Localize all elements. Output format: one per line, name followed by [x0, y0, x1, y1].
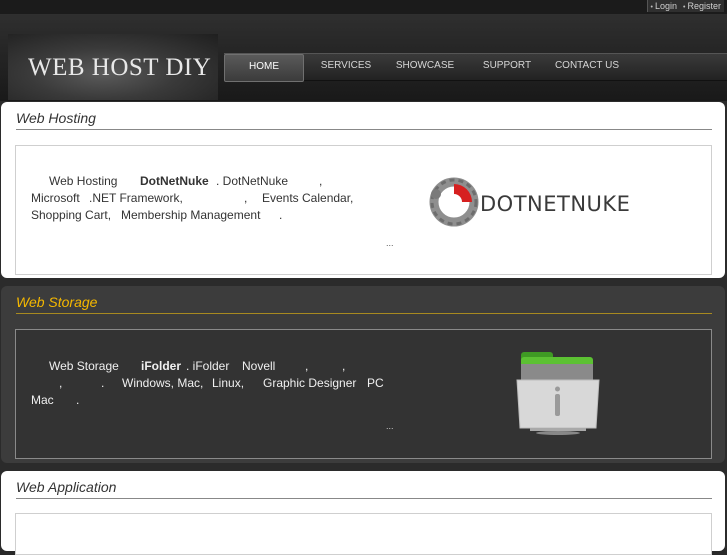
application-panel: Web Application [1, 471, 725, 555]
register-link[interactable]: Register [683, 1, 721, 11]
hosting-text: . DotNetNuke [216, 174, 289, 188]
hosting-box: Web Hosting DotNetNuke . DotNetNuke , Mi… [15, 145, 712, 275]
hosting-title: Web Hosting [16, 110, 712, 130]
storage-text: . [101, 376, 105, 390]
nav-support[interactable]: SUPPORT [462, 54, 552, 80]
application-box [15, 513, 712, 555]
nav-home[interactable]: HOME [224, 54, 304, 82]
hosting-text: , [319, 174, 323, 188]
storage-panel: Web Storage Web Storage iFolder . iFolde… [1, 286, 725, 463]
storage-text: PC [367, 376, 384, 390]
dotnetnuke-logo: DOTNETNUKE [424, 172, 684, 232]
login-link[interactable]: Login [651, 1, 677, 11]
nav-contact-us[interactable]: CONTACT US [552, 54, 622, 80]
storage-text: Web Storage [49, 359, 119, 373]
storage-text: Mac [31, 393, 54, 407]
hosting-text: .NET Framework, [89, 191, 183, 205]
storage-text: Windows, Mac, [122, 376, 204, 390]
storage-box: Web Storage iFolder . iFolder Novell , ,… [15, 329, 712, 459]
nav-showcase[interactable]: SHOWCASE [388, 54, 462, 80]
top-bar: Login Register [0, 0, 727, 14]
account-links: Login Register [646, 0, 724, 12]
hosting-text: Web Hosting [49, 174, 118, 188]
storage-title: Web Storage [16, 294, 712, 314]
hosting-text: . [279, 208, 283, 222]
hosting-panel: Web Hosting Web Hosting DotNetNuke . Dot… [1, 102, 725, 278]
storage-text: Linux, [212, 376, 245, 390]
site-logo[interactable]: WEB HOST DIY [8, 34, 218, 100]
hosting-text: Events Calendar, [262, 191, 354, 205]
folder-icon [516, 352, 600, 435]
storage-text: , [305, 359, 309, 373]
main-nav: HOME SERVICES SHOWCASE SUPPORT CONTACT U… [224, 53, 727, 82]
nav-services[interactable]: SERVICES [304, 54, 388, 80]
storage-product: iFolder [141, 359, 182, 373]
storage-text: . iFolder [186, 359, 230, 373]
storage-text: , [342, 359, 346, 373]
hosting-product: DotNetNuke [140, 174, 209, 188]
storage-ellipsis: ... [386, 421, 394, 431]
site-header: WEB HOST DIY HOME SERVICES SHOWCASE SUPP… [0, 14, 727, 101]
hosting-text: Shopping Cart, [31, 208, 112, 222]
hosting-ellipsis: ... [386, 238, 394, 248]
hosting-text: , [244, 191, 248, 205]
dotnetnuke-gear-icon [429, 177, 479, 227]
application-title: Web Application [16, 479, 712, 499]
dotnetnuke-wordmark: DOTNETNUKE [480, 192, 631, 216]
logo-text: WEB HOST DIY [28, 54, 212, 81]
storage-text: Graphic Designer [263, 376, 357, 390]
storage-text: , [59, 376, 63, 390]
storage-text: . [76, 393, 80, 407]
storage-text: Novell [242, 359, 276, 373]
hosting-text: Microsoft [31, 191, 80, 205]
hosting-text: Membership Management [121, 208, 261, 222]
